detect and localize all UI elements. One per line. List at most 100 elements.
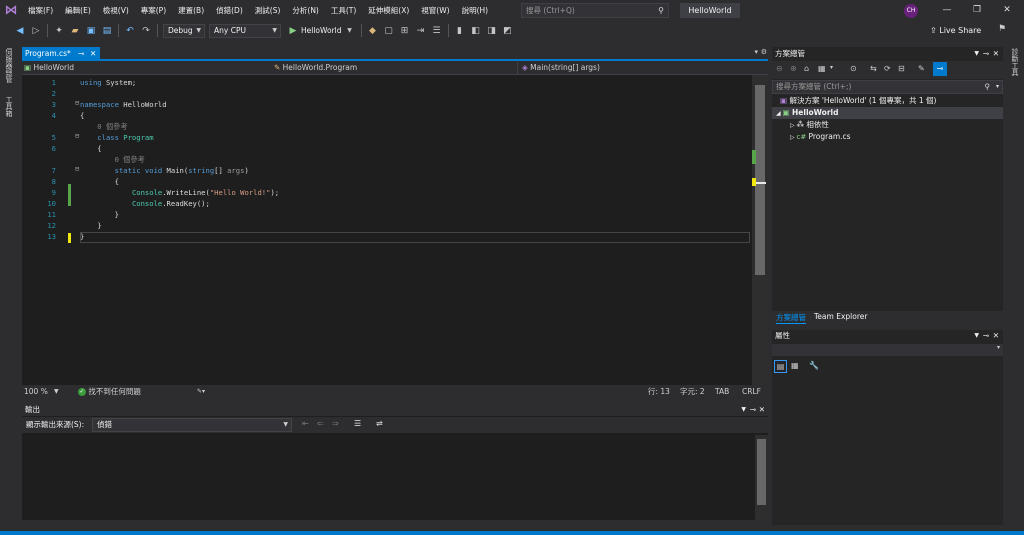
browser-link-icon[interactable]: ◆ <box>367 25 379 37</box>
clear-bookmark-icon[interactable]: ◩ <box>502 25 514 37</box>
scrollbar-thumb[interactable] <box>757 439 766 505</box>
minimize-icon[interactable]: — <box>932 0 962 21</box>
menu-edit[interactable]: 編輯(E) <box>59 0 97 21</box>
code-line[interactable]: 3 namespace HelloWorld <box>22 99 752 110</box>
categorized-icon[interactable]: ▤ <box>774 360 787 373</box>
class-nav-select[interactable]: ✎ HelloWorld.Program <box>272 62 518 74</box>
chevron-down-icon[interactable]: ▾ <box>830 64 833 71</box>
chevron-down-icon[interactable]: ▼ <box>974 330 979 342</box>
tree-item-solution[interactable]: ▣ 解決方案 'HelloWorld' (1 個專案，共 1 個) <box>772 95 1003 107</box>
close-icon[interactable]: ✕ <box>759 404 765 416</box>
server-explorer-tab[interactable]: 伺服器總管 <box>4 48 14 83</box>
restore-icon[interactable]: ❐ <box>962 0 992 21</box>
gear-icon[interactable]: ⚙ <box>761 48 767 56</box>
prev-message-icon[interactable]: ⇐ <box>317 419 324 428</box>
menu-view[interactable]: 檢視(V) <box>97 0 135 21</box>
chevron-down-icon[interactable]: ▼ <box>974 48 979 60</box>
diagnostic-tools-tab[interactable]: 診斷工具 <box>1010 48 1020 76</box>
code-line[interactable]: 2 <box>22 88 752 99</box>
code-line[interactable]: 10 Console.ReadKey(); <box>22 198 752 209</box>
forward-icon[interactable]: ▷ <box>30 25 42 37</box>
word-wrap-icon[interactable]: ⇌ <box>376 419 383 428</box>
close-icon[interactable]: ✕ <box>993 330 999 342</box>
tree-item-dependencies[interactable]: ▷ ⁂ 相依性 <box>772 119 1003 131</box>
editor-vertical-scrollbar[interactable] <box>752 75 768 385</box>
issues-indicator[interactable]: ✓ 找不到任何問題 <box>78 385 141 399</box>
forward-icon[interactable]: ⊕ <box>790 64 797 73</box>
project-nav-select[interactable]: ▣ HelloWorld <box>22 62 274 74</box>
code-cleanup-icon[interactable]: ✎▾ <box>197 385 205 399</box>
redo-icon[interactable]: ↷ <box>140 25 152 37</box>
quick-search-input[interactable]: 搜尋 (Ctrl+Q) ⚲ <box>521 3 669 18</box>
menu-test[interactable]: 測試(S) <box>249 0 287 21</box>
code-line[interactable]: 1 using System; <box>22 77 752 88</box>
feedback-icon[interactable]: ⚑ <box>998 24 1006 34</box>
member-nav-select[interactable]: ◈ Main(string[] args) <box>520 62 768 74</box>
menu-window[interactable]: 視窗(W) <box>415 0 455 21</box>
code-line[interactable]: 9 Console.WriteLine("Hello World!"); <box>22 187 752 198</box>
start-debug-icon[interactable]: ▶ <box>287 25 299 37</box>
tab-team-explorer[interactable]: Team Explorer <box>814 312 867 321</box>
code-line[interactable]: 4{ <box>22 110 752 121</box>
back-icon[interactable]: ◀ <box>14 25 26 37</box>
codelens-reference[interactable]: 0 個參考 <box>22 121 752 132</box>
menu-file[interactable]: 檔案(F) <box>22 0 59 21</box>
next-bookmark-icon[interactable]: ◨ <box>486 25 498 37</box>
new-project-icon[interactable]: ✦ <box>53 25 65 37</box>
chevron-down-icon[interactable]: ▼ <box>54 385 59 399</box>
close-icon[interactable]: ✕ <box>992 0 1022 21</box>
code-line[interactable]: 11 } <box>22 209 752 220</box>
clear-all-icon[interactable]: ☰ <box>354 419 361 428</box>
code-line[interactable]: 5 class Program <box>22 132 752 143</box>
alphabetical-icon[interactable]: ▦ <box>791 361 799 370</box>
chevron-down-icon[interactable]: ▼ <box>344 25 356 37</box>
code-line[interactable]: 12 } <box>22 220 752 231</box>
menu-help[interactable]: 說明(H) <box>456 0 495 21</box>
solution-search-input[interactable]: 搜尋方案總管 (Ctrl+;) ⚲ ▾ <box>772 80 1003 94</box>
menu-project[interactable]: 專案(P) <box>135 0 172 21</box>
preview-selected-icon[interactable]: ⊸ <box>933 62 947 76</box>
find-message-icon[interactable]: ⇤ <box>302 419 309 428</box>
platform-select[interactable]: Any CPU ▼ <box>209 23 281 38</box>
code-line[interactable]: 8 { <box>22 176 752 187</box>
open-folder-icon[interactable]: ▰ <box>69 25 81 37</box>
code-editor[interactable]: 1 using System; 2 3 namespace HelloWorld 4{ 0… <box>22 75 752 385</box>
align-icon[interactable]: ☰ <box>431 25 443 37</box>
format-icon[interactable]: ⊞ <box>399 25 411 37</box>
output-text-area[interactable] <box>22 435 754 520</box>
menu-build[interactable]: 建置(B) <box>172 0 210 21</box>
menu-analyze[interactable]: 分析(N) <box>286 0 324 21</box>
save-all-icon[interactable]: ▤ <box>101 25 113 37</box>
close-icon[interactable]: ✕ <box>90 47 96 61</box>
save-icon[interactable]: ▣ <box>85 25 97 37</box>
sync-icon[interactable]: ⇆ <box>870 64 877 73</box>
switch-views-icon[interactable]: ▦ <box>818 64 826 73</box>
collapse-method-icon[interactable]: ⊟ <box>75 165 79 173</box>
menu-debug[interactable]: 偵錯(D) <box>210 0 249 21</box>
collapse-class-icon[interactable]: ⊟ <box>75 132 79 140</box>
bookmark-icon[interactable]: ▮ <box>454 25 466 37</box>
menu-extensions[interactable]: 延伸模組(X) <box>362 0 415 21</box>
close-icon[interactable]: ✕ <box>993 48 999 60</box>
properties-icon[interactable]: ✎ <box>918 64 925 73</box>
tab-solution-explorer[interactable]: 方案總管 <box>776 312 806 324</box>
next-message-icon[interactable]: ⇒ <box>332 419 339 428</box>
pin-icon[interactable]: ⊸ <box>750 404 756 416</box>
code-line[interactable]: 7 static void Main(string[] args) <box>22 165 752 176</box>
tree-item-project[interactable]: ◢ ▣ HelloWorld <box>772 107 1003 119</box>
properties-object-select[interactable]: ▾ <box>772 344 1003 356</box>
refresh-icon[interactable]: ⟳ <box>884 64 891 73</box>
pin-icon[interactable]: ⊸ <box>78 47 84 61</box>
tab-overflow-icon[interactable]: ▾ <box>754 48 758 56</box>
output-vertical-scrollbar[interactable] <box>755 435 768 520</box>
start-debug-button[interactable]: HelloWorld <box>301 26 342 35</box>
live-share-button[interactable]: ⇪ Live Share <box>930 21 981 40</box>
chevron-down-icon[interactable]: ▼ <box>741 404 746 416</box>
home-icon[interactable]: ⌂ <box>804 64 809 73</box>
collapse-all-icon[interactable]: ⊟ <box>898 64 905 73</box>
property-pages-icon[interactable]: 🔧 <box>809 361 819 370</box>
step-icon[interactable]: ⇥ <box>415 25 427 37</box>
pending-changes-icon[interactable]: ⊙ <box>850 64 857 73</box>
tab-program-cs[interactable]: Program.cs* ⊸ ✕ <box>22 47 100 61</box>
undo-icon[interactable]: ↶ <box>124 25 136 37</box>
